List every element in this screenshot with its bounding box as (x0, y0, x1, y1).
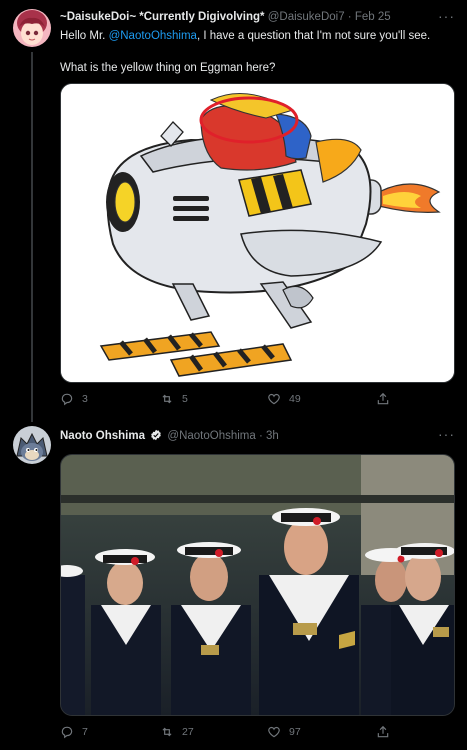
like-button[interactable]: 49 (267, 392, 301, 406)
timestamp[interactable]: Feb 25 (355, 11, 391, 23)
heart-icon (268, 726, 280, 738)
mention-link[interactable]: @NaotoOhshima (109, 30, 197, 42)
retweet-icon (162, 394, 172, 404)
share-button[interactable] (376, 725, 390, 739)
reply-icon (61, 726, 73, 739)
handle[interactable]: @NaotoOhshima (167, 430, 255, 442)
share-button[interactable] (376, 392, 390, 406)
thread-line (31, 52, 33, 422)
timestamp[interactable]: 3h (266, 430, 279, 442)
sailors-parade-photo[interactable] (60, 454, 455, 716)
tweet-header: ~DaisukeDoi~ *Currently Digivolving* @Da… (60, 11, 437, 23)
tweet-2[interactable]: Naoto Ohshima @NaotoOhshima · 3h ··· 7 2… (0, 418, 467, 750)
share-icon (377, 725, 389, 738)
avatar[interactable] (13, 426, 51, 464)
avatar[interactable] (13, 9, 51, 47)
retweet-button[interactable]: 27 (160, 725, 194, 739)
more-options-button[interactable]: ··· (438, 8, 455, 24)
reply-count: 7 (82, 726, 88, 738)
reply-button[interactable]: 3 (60, 392, 88, 406)
text-line: What is the yellow thing on Eggman here? (60, 62, 276, 74)
share-icon (377, 392, 389, 405)
display-name[interactable]: Naoto Ohshima (60, 430, 145, 442)
separator: · (258, 430, 263, 442)
tweet-actions: 3 5 49 (60, 392, 390, 412)
reply-button[interactable]: 7 (60, 725, 88, 739)
retweet-icon (162, 727, 172, 737)
heart-icon (268, 393, 280, 405)
verified-badge-icon (151, 429, 161, 441)
tweet-header: Naoto Ohshima @NaotoOhshima · 3h (60, 429, 437, 442)
reply-icon (61, 393, 73, 406)
more-options-button[interactable]: ··· (438, 426, 455, 442)
like-button[interactable]: 97 (267, 725, 301, 739)
like-count: 49 (289, 393, 301, 405)
separator: · (347, 11, 352, 23)
like-count: 97 (289, 726, 301, 738)
text-part: Hello Mr. (60, 30, 109, 42)
retweet-count: 5 (182, 393, 188, 405)
reply-count: 3 (82, 393, 88, 405)
tweet-1[interactable]: ~DaisukeDoi~ *Currently Digivolving* @Da… (0, 0, 467, 422)
eggman-sketch-image[interactable] (60, 83, 455, 383)
text-part: , I have a question that I'm not sure yo… (196, 30, 431, 42)
retweet-count: 27 (182, 726, 194, 738)
retweet-button[interactable]: 5 (160, 392, 188, 406)
display-name[interactable]: ~DaisukeDoi~ *Currently Digivolving* (60, 11, 265, 23)
tweet-actions: 7 27 97 (60, 725, 390, 745)
handle[interactable]: @DaisukeDoi7 (268, 11, 345, 23)
